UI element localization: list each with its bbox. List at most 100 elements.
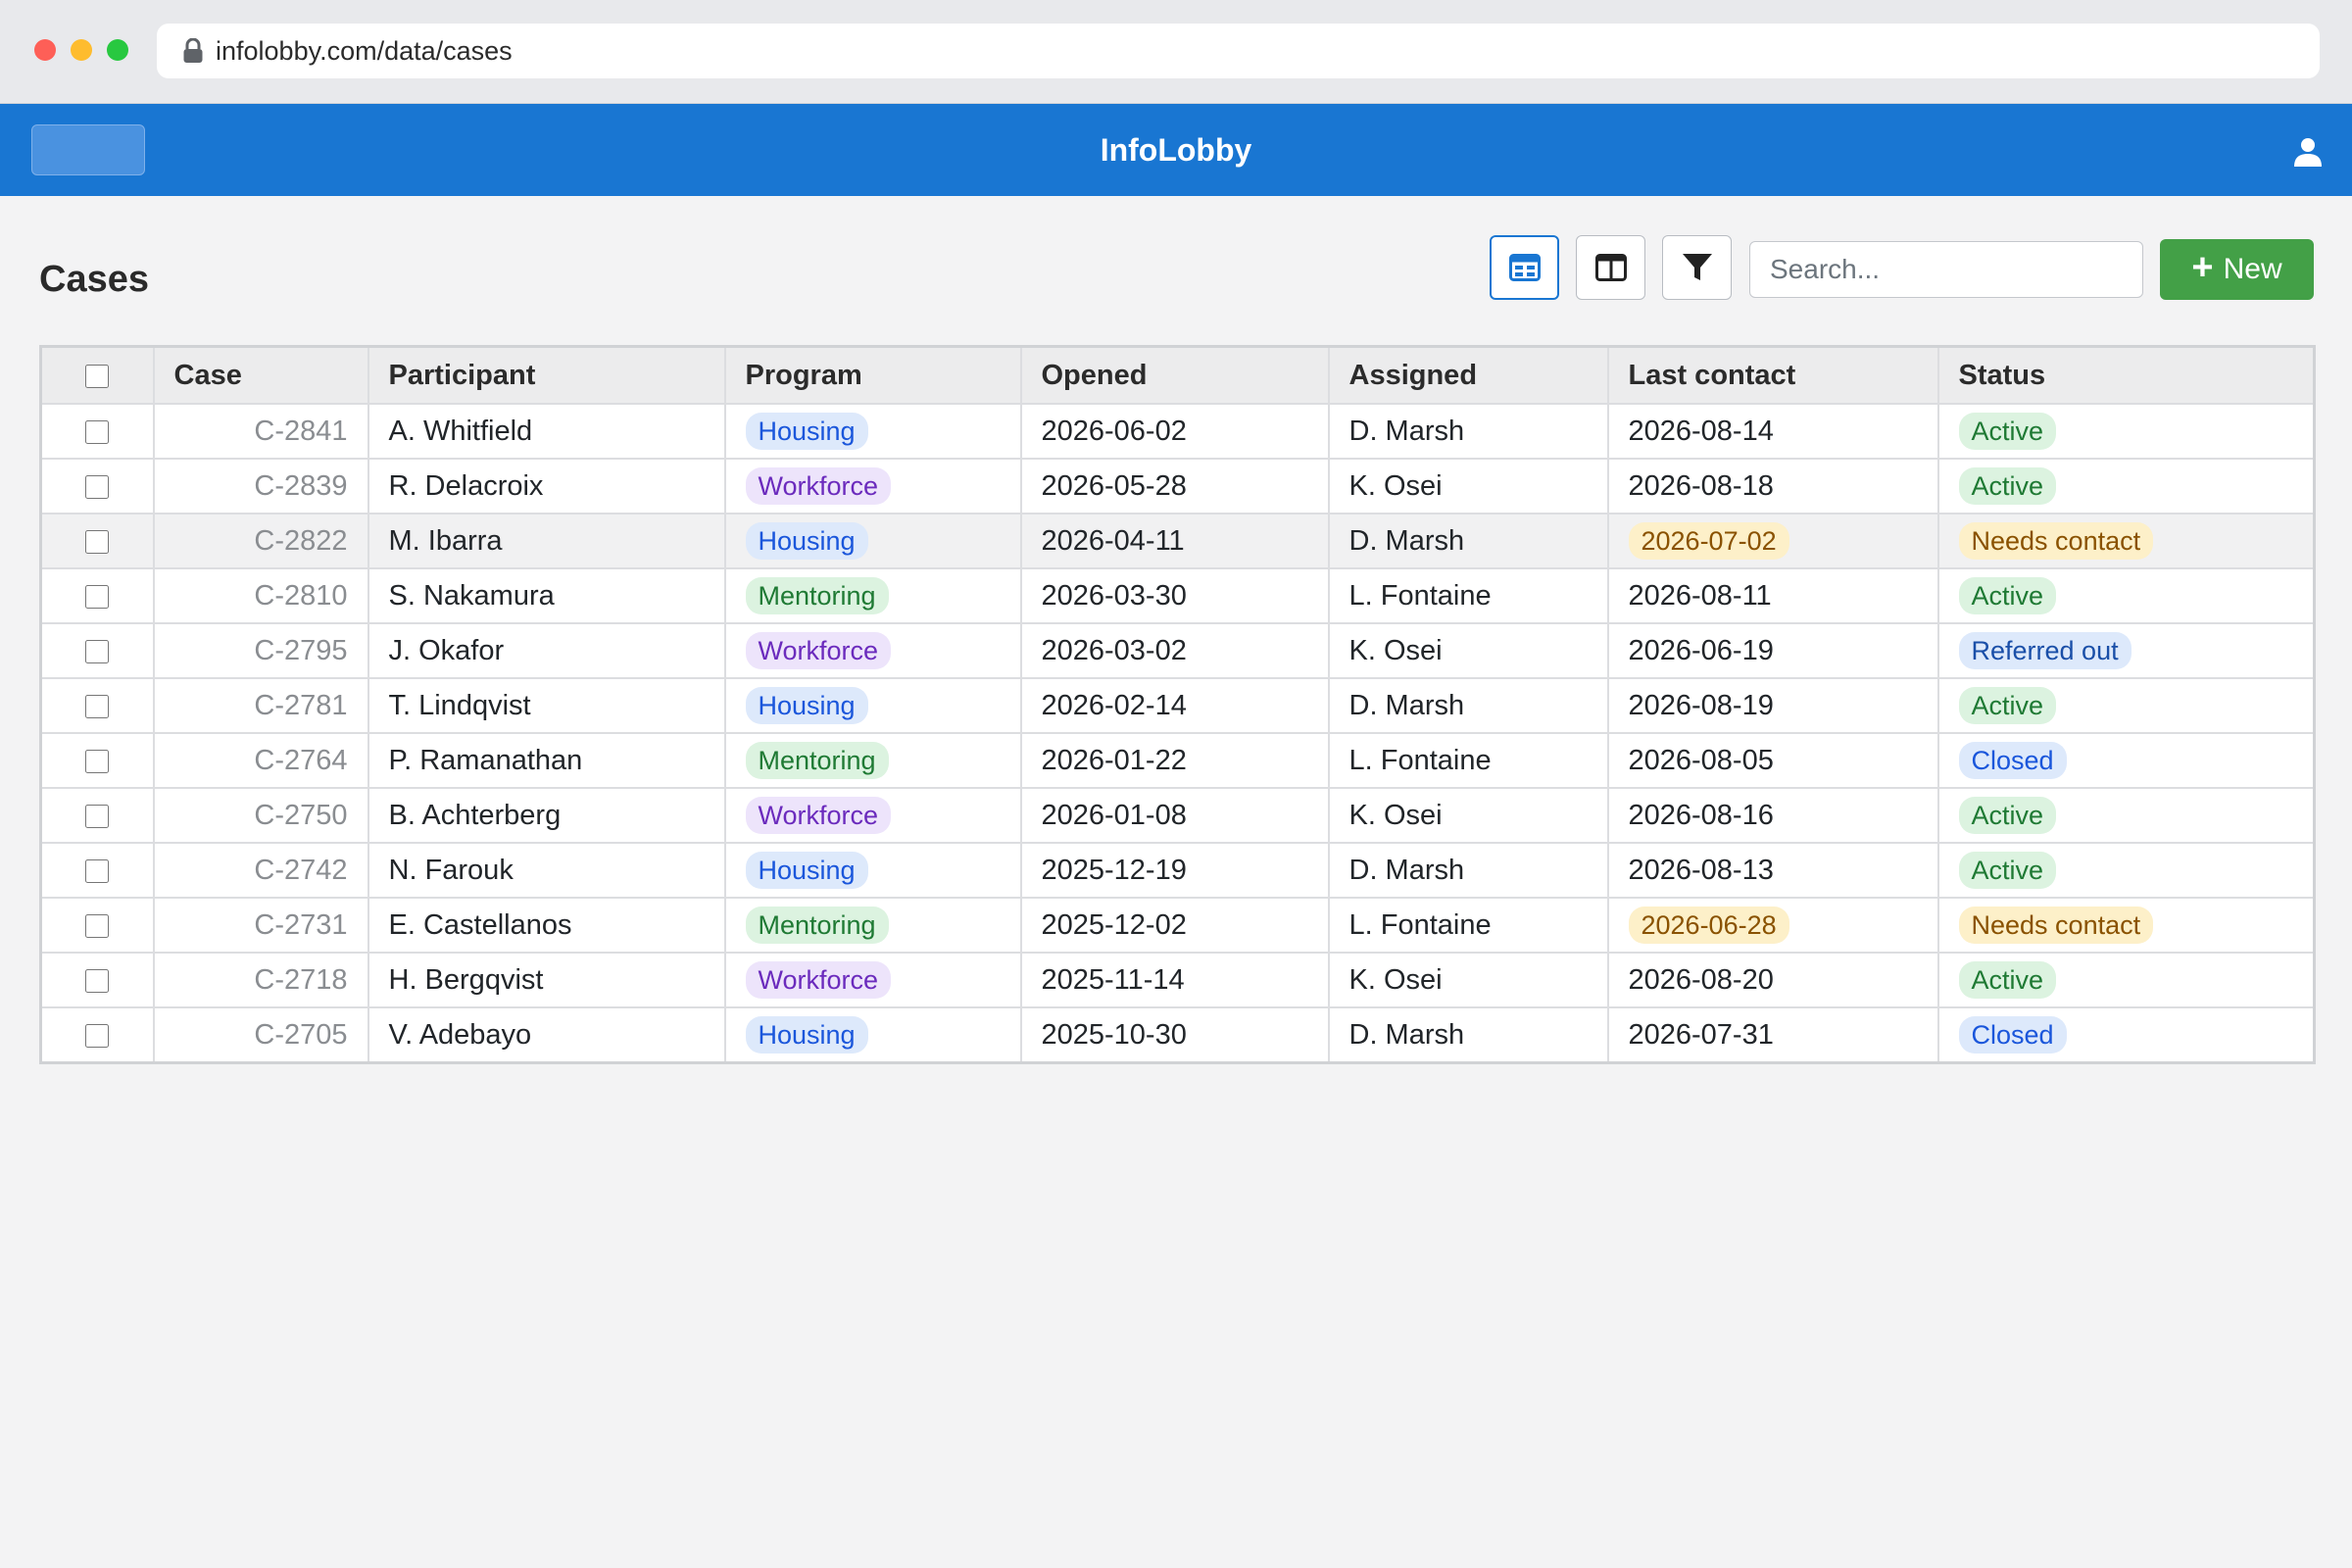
assigned-to: L. Fontaine [1327,897,1609,954]
toolbar: Cases + New [0,235,2352,304]
row-checkbox[interactable] [85,584,110,609]
program-cell: Housing [723,677,1022,734]
last-contact-cell: 2026-07-02 [1606,513,1939,569]
program-badge: Housing [745,687,868,724]
column-header-assigned[interactable]: Assigned [1327,345,1609,405]
status-badge: Active [1958,852,2057,889]
row-checkbox[interactable] [85,419,110,444]
table-row[interactable]: C-2822 M. Ibarra Housing 2026-04-11 D. Marsh… [39,513,2316,569]
status-cell: Active [1936,842,2316,899]
row-checkbox[interactable] [85,1023,110,1048]
filter-icon [1682,254,1712,280]
case-id[interactable]: C-2810 [152,567,369,624]
case-id[interactable]: C-2795 [152,622,369,679]
case-id[interactable]: C-2841 [152,403,369,460]
close-window-button[interactable] [34,39,56,61]
table-row[interactable]: C-2742 N. Farouk Housing 2025-12-19 D. Marsh… [39,842,2316,899]
opened-date: 2026-06-02 [1019,403,1330,460]
row-checkbox[interactable] [85,804,110,828]
participant-name: N. Farouk [367,842,726,899]
case-id[interactable]: C-2705 [152,1006,369,1064]
row-checkbox[interactable] [85,913,110,938]
table-row[interactable]: C-2839 R. Delacroix Workforce 2026-05-28 K. … [39,458,2316,514]
table-row[interactable]: C-2705 V. Adebayo Housing 2025-10-30 D. Mars… [39,1006,2316,1064]
row-checkbox[interactable] [85,749,110,773]
page-title: Cases [39,259,149,300]
participant-name: S. Nakamura [367,567,726,624]
program-cell: Workforce [723,622,1022,679]
row-select-cell [39,622,155,679]
assigned-to: D. Marsh [1327,677,1609,734]
case-id[interactable]: C-2742 [152,842,369,899]
table-row[interactable]: C-2764 P. Ramanathan Mentoring 2026-01-22 L.… [39,732,2316,789]
opened-date: 2025-12-19 [1019,842,1330,899]
cases-table: Case Participant Program Opened Assigned… [39,345,2316,1064]
case-id[interactable]: C-2731 [152,897,369,954]
status-badge: Closed [1958,742,2067,779]
last-contact-cell: 2026-07-31 [1606,1006,1939,1064]
row-checkbox[interactable] [85,858,110,883]
lock-icon [183,38,203,63]
table-row[interactable]: C-2810 S. Nakamura Mentoring 2026-03-30 L. F… [39,567,2316,624]
case-id[interactable]: C-2781 [152,677,369,734]
assigned-to: L. Fontaine [1327,732,1609,789]
participant-name: T. Lindqvist [367,677,726,734]
column-header-case[interactable]: Case [152,345,369,405]
case-id[interactable]: C-2750 [152,787,369,844]
case-id[interactable]: C-2839 [152,458,369,514]
status-badge: Referred out [1958,632,2132,669]
table-row[interactable]: C-2731 E. Castellanos Mentoring 2025-12-02 L… [39,897,2316,954]
last-contact-cell: 2026-08-18 [1606,458,1939,514]
program-badge: Workforce [745,467,892,505]
row-select-cell [39,897,155,954]
column-header-last-contact[interactable]: Last contact [1606,345,1939,405]
user-icon[interactable] [2293,137,2323,167]
status-cell: Needs contact [1936,513,2316,569]
column-header-status[interactable]: Status [1936,345,2316,405]
maximize-window-button[interactable] [107,39,128,61]
case-id[interactable]: C-2764 [152,732,369,789]
program-cell: Workforce [723,952,1022,1008]
status-cell: Active [1936,458,2316,514]
row-checkbox[interactable] [85,694,110,718]
row-checkbox[interactable] [85,474,110,499]
table-view-button[interactable] [1490,235,1559,300]
row-checkbox[interactable] [85,529,110,554]
last-contact-date: 2026-08-16 [1628,799,1774,831]
opened-date: 2026-01-08 [1019,787,1330,844]
table-row[interactable]: C-2795 J. Okafor Workforce 2026-03-02 K. Ose… [39,622,2316,679]
program-badge: Workforce [745,961,892,999]
filter-button[interactable] [1662,235,1732,300]
table-row[interactable]: C-2781 T. Lindqvist Housing 2026-02-14 D. Ma… [39,677,2316,734]
table-row[interactable]: C-2841 A. Whitfield Housing 2026-06-02 D. Ma… [39,403,2316,460]
status-cell: Active [1936,677,2316,734]
assigned-to: K. Osei [1327,952,1609,1008]
column-header-opened[interactable]: Opened [1019,345,1330,405]
minimize-window-button[interactable] [71,39,92,61]
new-button[interactable]: + New [2160,239,2314,300]
case-id[interactable]: C-2822 [152,513,369,569]
split-view-button[interactable] [1576,235,1645,300]
status-badge: Active [1958,577,2057,614]
status-cell: Needs contact [1936,897,2316,954]
program-cell: Housing [723,513,1022,569]
column-header-program[interactable]: Program [723,345,1022,405]
program-cell: Housing [723,403,1022,460]
assigned-to: K. Osei [1327,622,1609,679]
select-all-checkbox[interactable] [85,364,110,388]
status-cell: Active [1936,787,2316,844]
case-id[interactable]: C-2718 [152,952,369,1008]
row-checkbox[interactable] [85,639,110,663]
address-bar[interactable]: infolobby.com/data/cases [157,24,2320,78]
status-badge: Active [1958,961,2057,999]
row-checkbox[interactable] [85,968,110,993]
table-header-row: Case Participant Program Opened Assigned… [39,345,2316,405]
row-select-cell [39,842,155,899]
column-header-participant[interactable]: Participant [367,345,726,405]
new-button-label: New [2223,253,2282,285]
table-row[interactable]: C-2750 B. Achterberg Workforce 2026-01-08 K.… [39,787,2316,844]
search-input[interactable] [1749,241,2143,298]
table-row[interactable]: C-2718 H. Bergqvist Workforce 2025-11-14 K. … [39,952,2316,1008]
table-view-icon [1508,254,1541,281]
url-text: infolobby.com/data/cases [216,35,513,66]
